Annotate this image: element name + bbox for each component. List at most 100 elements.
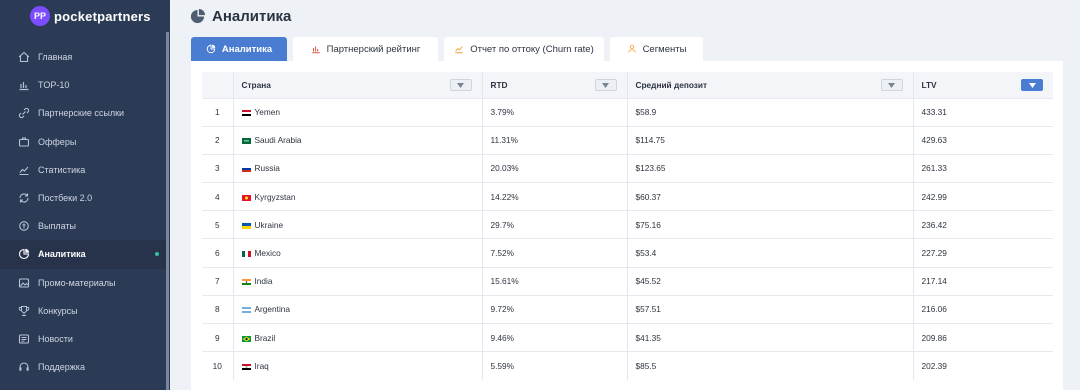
country-name: Russia	[254, 163, 280, 174]
home-icon	[18, 51, 30, 63]
country-name: India	[254, 276, 273, 287]
rtd-cell: 29.7%	[481, 210, 627, 239]
sidebar-scrollbar-thumb[interactable]	[166, 32, 169, 390]
bar-chart-icon	[311, 44, 321, 54]
country-cell: Brazil	[232, 323, 482, 352]
column-header-country[interactable]: Страна	[232, 72, 482, 98]
briefcase-icon	[18, 136, 30, 148]
table-row[interactable]: 7 India 15.61% $45.52 217.14	[202, 267, 1053, 296]
sort-dropdown-button[interactable]	[449, 79, 472, 91]
sync-icon	[18, 192, 30, 204]
country-name: Saudi Arabia	[254, 135, 302, 146]
row-index: 5	[214, 219, 220, 230]
rtd-cell: 14.22%	[481, 182, 627, 211]
country-cell: Mexico	[232, 238, 482, 268]
row-index: 1	[214, 107, 220, 118]
sidebar-item-bar-chart[interactable]: TOP-10	[0, 71, 166, 99]
tab-label: Аналитика	[221, 43, 273, 55]
sidebar-item-news[interactable]: Новости	[0, 325, 166, 353]
sidebar-item-support[interactable]: Поддержка	[0, 353, 166, 381]
sidebar-item-home[interactable]: Главная	[0, 43, 166, 71]
table-row[interactable]: 9 Brazil 9.46% $41.35 209.86	[202, 323, 1053, 352]
pie-chart-icon	[18, 248, 30, 260]
sidebar-item-label: Постбеки 2.0	[38, 193, 93, 204]
page-title: Аналитика	[212, 7, 292, 25]
sidebar-item-sync[interactable]: Постбеки 2.0	[0, 184, 166, 212]
pie-chart-icon	[190, 8, 205, 24]
line-chart-icon	[18, 164, 30, 176]
brand-logo[interactable]: PP pocketpartners	[0, 0, 170, 32]
pie-chart-icon	[206, 44, 216, 54]
rtd-cell: 9.46%	[481, 323, 627, 352]
sidebar-item-label: Главная	[38, 52, 73, 63]
column-header-avg-deposit[interactable]: Средний депозит	[626, 72, 913, 98]
column-header-rtd[interactable]: RTD	[481, 72, 627, 98]
table-row[interactable]: 3 Russia 20.03% $123.65 261.33	[202, 154, 1053, 183]
table-body: 1 Yemen 3.79% $58.9 433.31 2 Saudi Arabia 11.31…	[202, 98, 1053, 380]
country-cell: Ukraine	[232, 210, 482, 239]
tab-analytics[interactable]: Аналитика	[191, 37, 287, 61]
sort-dropdown-button[interactable]	[880, 79, 903, 91]
country-cell: Russia	[232, 154, 482, 183]
table-row[interactable]: 5 Ukraine 29.7% $75.16 236.42	[202, 210, 1053, 239]
tab-partner-rating[interactable]: Партнерский рейтинг	[293, 37, 438, 61]
table-row[interactable]: 1 Yemen 3.79% $58.9 433.31	[202, 98, 1053, 127]
table-row[interactable]: 4 Kyrgyzstan 14.22% $60.37 242.99	[202, 182, 1053, 211]
table-row[interactable]: 6 Mexico 7.52% $53.4 227.29	[202, 238, 1053, 268]
avg-deposit-cell: $41.35	[626, 323, 913, 352]
iq-flag-icon	[241, 364, 251, 371]
bar-chart-icon	[18, 79, 30, 91]
sa-flag-icon	[241, 138, 251, 145]
trophy-icon	[18, 305, 30, 317]
table-row[interactable]: 10 Iraq 5.59% $85.5 202.39	[202, 351, 1053, 380]
avg-deposit-cell: $85.5	[626, 351, 913, 380]
row-index: 3	[214, 163, 220, 174]
country-cell: Kyrgyzstan	[232, 182, 482, 211]
image-icon	[18, 277, 30, 289]
sidebar-nav: Главная TOP-10 Партнерские ссылки Офферы Ста…	[0, 43, 166, 381]
sort-dropdown-button[interactable]	[594, 79, 617, 91]
ar-flag-icon	[241, 307, 251, 314]
table-header-row: Страна RTD Средний депозит LTV	[202, 72, 1053, 98]
sidebar-item-briefcase[interactable]: Офферы	[0, 128, 166, 156]
country-name: Brazil	[254, 332, 276, 343]
ltv-cell: 242.99	[912, 182, 1053, 211]
avg-deposit-cell: $114.75	[626, 126, 913, 155]
active-indicator	[155, 252, 159, 257]
ltv-cell: 202.39	[912, 351, 1053, 380]
country-name: Mexico	[254, 248, 281, 259]
sidebar-item-pie-chart[interactable]: Аналитика	[0, 240, 166, 269]
ltv-cell: 209.86	[912, 323, 1053, 352]
rtd-cell: 11.31%	[481, 126, 627, 155]
row-index: 7	[214, 276, 220, 287]
kg-flag-icon	[241, 194, 251, 201]
row-index: 4	[214, 191, 220, 202]
sidebar-item-link[interactable]: Партнерские ссылки	[0, 99, 166, 127]
payout-icon	[18, 220, 30, 232]
row-index: 10	[212, 361, 222, 372]
sort-dropdown-button-active[interactable]	[1021, 79, 1043, 91]
column-header-label: RTD	[490, 79, 508, 90]
sidebar-item-trophy[interactable]: Конкурсы	[0, 297, 166, 325]
tab-segments[interactable]: Сегменты	[610, 37, 703, 61]
table-row[interactable]: 2 Saudi Arabia 11.31% $114.75 429.63	[202, 126, 1053, 155]
column-header-index	[202, 72, 233, 98]
tab-churn-report[interactable]: Отчет по оттоку (Churn rate)	[444, 37, 604, 61]
column-header-ltv[interactable]: LTV	[912, 72, 1053, 98]
sidebar-item-image[interactable]: Промо-материалы	[0, 269, 166, 297]
table-row[interactable]: 8 Argentina 9.72% $57.51 216.06	[202, 295, 1053, 324]
tab-label: Сегменты	[642, 43, 687, 55]
sidebar-item-label: Конкурсы	[38, 305, 78, 316]
country-name: Kyrgyzstan	[254, 191, 296, 202]
ltv-cell: 227.29	[912, 238, 1053, 268]
sidebar-item-payout[interactable]: Выплаты	[0, 212, 166, 240]
sidebar-item-line-chart[interactable]: Статистика	[0, 156, 166, 184]
ye-flag-icon	[241, 110, 251, 117]
news-icon	[18, 333, 30, 345]
country-cell: India	[232, 267, 482, 296]
support-icon	[18, 361, 30, 373]
analytics-panel: Страна RTD Средний депозит LTV 1 Yemen 3.7…	[191, 61, 1063, 390]
row-index: 9	[214, 332, 220, 343]
country-name: Yemen	[254, 107, 281, 118]
column-header-label: Страна	[241, 79, 271, 90]
